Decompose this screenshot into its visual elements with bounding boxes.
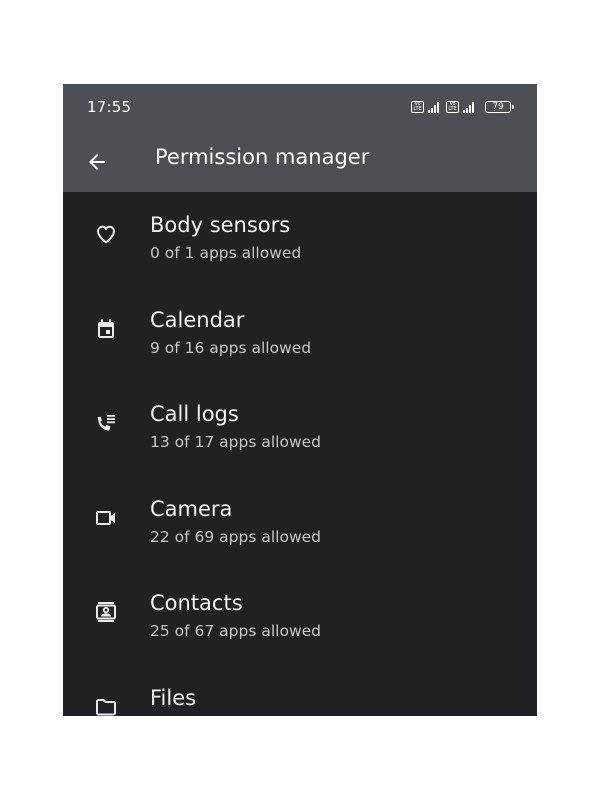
app-bar: 17:55 Vo LTE Vo LTE 79 Permission manage… [63,84,537,192]
contacts-icon [96,602,116,622]
signal-icon [428,101,439,113]
list-item-calendar[interactable]: Calendar 9 of 16 apps allowed [63,287,537,382]
permission-label: Calendar [150,307,245,332]
permission-label: Camera [150,496,233,521]
permission-list: Body sensors 0 of 1 apps allowed Calenda… [63,192,537,716]
volte-icon-2: Vo LTE [446,101,459,113]
call-log-icon [97,415,115,431]
status-time: 17:55 [87,98,132,116]
arrow-back-icon [89,154,105,170]
back-button[interactable] [81,146,113,178]
status-bar: 17:55 Vo LTE Vo LTE 79 [63,84,537,130]
list-item-camera[interactable]: Camera 22 of 69 apps allowed [63,476,537,571]
permission-summary: 25 of 67 apps allowed [150,622,321,640]
permission-label: Contacts [150,591,243,615]
permission-summary: 0 of 1 apps allowed [150,244,302,262]
permission-label: Files [150,685,197,710]
permission-summary: 22 of 69 apps allowed [150,527,321,546]
heart-icon [97,225,115,244]
page-title: Permission manager [155,145,370,169]
permission-label: Body sensors [150,213,291,237]
status-icons: Vo LTE Vo LTE 79 [411,99,514,115]
list-item-files[interactable]: Files [63,665,537,717]
permission-label: Call logs [150,402,239,426]
battery-level: 79 [492,102,504,112]
videocam-icon [96,510,115,525]
folder-icon [96,698,116,715]
list-item-body-sensors[interactable]: Body sensors 0 of 1 apps allowed [63,192,537,287]
permission-summary: 13 of 17 apps allowed [150,433,321,451]
list-item-call-logs[interactable]: Call logs 13 of 17 apps allowed [63,381,537,476]
list-item-contacts[interactable]: Contacts 25 of 67 apps allowed [63,570,537,665]
permission-summary: 9 of 16 apps allowed [150,338,312,357]
phone-screen: 17:55 Vo LTE Vo LTE 79 Permission manage… [63,84,537,716]
volte-icon: Vo LTE [411,101,424,113]
calendar-icon [98,319,114,338]
battery-icon: 79 [485,101,514,113]
signal-icon-2 [463,101,474,113]
